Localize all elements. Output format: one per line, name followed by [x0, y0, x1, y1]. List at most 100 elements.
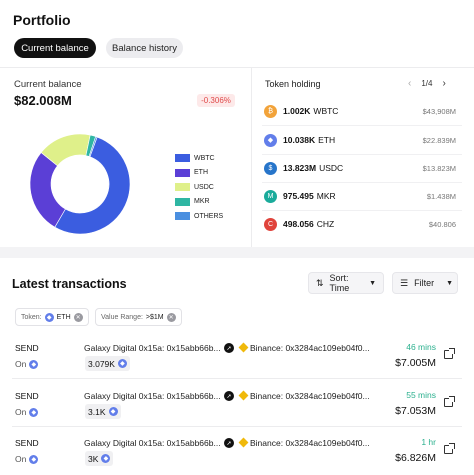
token-amount: 13.823M — [283, 163, 317, 173]
donut-slice-eth[interactable] — [29, 152, 66, 228]
tab-current-balance[interactable]: Current balance — [14, 38, 96, 58]
legend-item-others: OTHERS — [175, 209, 223, 224]
token-amount: 975.495 — [283, 191, 314, 201]
transactions-card: Latest transactions ⇅ Sort: Time ▼ ☰ Fil… — [0, 258, 474, 475]
tx-to-address[interactable]: Binance: 0x3284ac109eb04f0... — [250, 438, 370, 448]
token-usd-value: $13.823M — [422, 163, 456, 173]
portfolio-card: Portfolio Current balance Balance histor… — [0, 0, 474, 247]
eth-icon: ◆ — [29, 454, 39, 464]
tx-type: SEND — [15, 391, 39, 401]
legend-swatch — [175, 168, 190, 177]
tx-from-address[interactable]: Galaxy Digital 0x15a: 0x15abb66b... — [84, 343, 221, 353]
table-row[interactable]: SEND On ◆ Galaxy Digital 0x15a: 0x15abb66… — [0, 437, 474, 475]
chz-icon: C — [264, 217, 277, 231]
eth-icon: ◆ — [101, 454, 111, 463]
binance-icon — [238, 390, 249, 401]
close-icon[interactable]: ✕ — [73, 312, 83, 322]
legend-swatch — [175, 197, 190, 206]
tx-amount: 3.079K ◆ — [85, 356, 130, 371]
eth-icon: ◆ — [117, 359, 127, 368]
legend-item-eth: ETH — [175, 166, 223, 181]
caret-down-icon: ▼ — [369, 279, 376, 287]
filter-label: Filter — [414, 278, 435, 288]
token-symbol: CHZ — [316, 219, 335, 229]
token-pager: ‹ 1/4 › — [408, 78, 446, 89]
tx-from-address[interactable]: Galaxy Digital 0x15a: 0x15abb66b... — [84, 391, 221, 401]
legend-label: MKR — [194, 198, 210, 206]
chevron-right-icon[interactable]: › — [442, 78, 445, 89]
arrow-right-icon: ➚ — [224, 343, 234, 353]
tx-on-label: On — [15, 407, 27, 417]
token-amount: 498.056 — [283, 219, 314, 229]
sort-button[interactable]: ⇅ Sort: Time ▼ — [308, 272, 384, 294]
token-usd-value: $43,908M — [422, 106, 456, 116]
eth-icon: ◆ — [29, 359, 39, 369]
table-row[interactable]: SEND On ◆ Galaxy Digital 0x15a: 0x15abb66… — [0, 342, 474, 389]
table-row[interactable]: SEND On ◆ Galaxy Digital 0x15a: 0x15abb66… — [0, 390, 474, 437]
tx-time: 1 hr — [421, 437, 436, 447]
tx-time: 46 mins — [406, 342, 436, 352]
legend-swatch — [175, 212, 190, 221]
section-title: Latest transactions — [12, 277, 127, 291]
chip-value: >$1M — [145, 313, 164, 321]
token-row-usdc[interactable]: $ 13.823M USDC $13.823M — [264, 154, 456, 182]
external-link-icon[interactable] — [444, 348, 455, 359]
tx-amount-value: 3K — [88, 453, 99, 464]
token-amount: 1.002K — [283, 106, 311, 116]
token-row-eth[interactable]: ◆ 10.038K ETH $22.839M — [264, 126, 456, 154]
external-link-icon[interactable] — [444, 443, 455, 454]
binance-icon — [238, 342, 249, 353]
tx-on-label: On — [15, 359, 27, 369]
balance-change-badge: -0.306% — [197, 94, 235, 107]
token-symbol: MKR — [316, 191, 336, 201]
tx-to-address[interactable]: Binance: 0x3284ac109eb04f0... — [250, 391, 370, 401]
token-row-chz[interactable]: C 498.056 CHZ $40.806 — [264, 210, 456, 238]
tx-from-address[interactable]: Galaxy Digital 0x15a: 0x15abb66b... — [84, 438, 221, 448]
sort-icon: ⇅ — [316, 277, 324, 288]
legend-label: WBTC — [194, 154, 215, 162]
tx-chain: On ◆ — [15, 359, 39, 369]
chart-legend: WBTC ETH USDC MKR OTHERS — [175, 151, 223, 224]
close-icon[interactable]: ✕ — [166, 312, 176, 322]
tx-chain: On ◆ — [15, 407, 39, 417]
token-usd-value: $1.438M — [426, 191, 456, 201]
chevron-left-icon[interactable]: ‹ — [408, 78, 411, 89]
legend-item-wbtc: WBTC — [175, 151, 223, 166]
divider-vertical — [251, 67, 252, 247]
legend-swatch — [175, 183, 190, 192]
legend-label: OTHERS — [194, 212, 224, 220]
token-symbol: WBTC — [313, 106, 339, 116]
tx-on-label: On — [15, 454, 27, 464]
tx-amount-value: 3.079K — [88, 358, 115, 369]
token-holding-label: Token holding — [265, 79, 321, 89]
filter-chip-value-range[interactable]: Value Range: >$1M ✕ — [95, 308, 182, 326]
eth-icon: ◆ — [264, 133, 277, 147]
current-balance-label: Current balance — [14, 79, 82, 90]
token-row-mkr[interactable]: M 975.495 MKR $1.438M — [264, 182, 456, 210]
sort-label: Sort: Time — [329, 273, 350, 293]
eth-icon: ◆ — [108, 407, 118, 416]
tx-to-address[interactable]: Binance: 0x3284ac109eb04f0... — [250, 343, 370, 353]
current-balance-value: $82.008M — [14, 93, 72, 108]
filter-button[interactable]: ☰ Filter ▼ — [392, 272, 458, 294]
token-row-wbtc[interactable]: ₿ 1.002K WBTC $43,908M — [264, 97, 456, 125]
filter-icon: ☰ — [400, 277, 409, 288]
row-divider — [12, 426, 462, 427]
chip-key: Value Range: — [101, 313, 143, 321]
binance-icon — [238, 437, 249, 448]
token-symbol: USDC — [319, 163, 344, 173]
chip-key: Token: — [21, 313, 42, 321]
page-indicator: 1/4 — [421, 79, 433, 88]
divider — [0, 67, 474, 68]
eth-icon: ◆ — [29, 407, 39, 417]
chip-value: ETH — [56, 313, 71, 321]
arrow-right-icon: ➚ — [224, 391, 234, 401]
filter-chip-token[interactable]: Token: ◆ ETH ✕ — [15, 308, 89, 326]
allocation-donut-chart — [29, 133, 131, 235]
tx-chain: On ◆ — [15, 454, 39, 464]
legend-label: ETH — [194, 169, 208, 177]
external-link-icon[interactable] — [444, 396, 455, 407]
row-divider — [12, 378, 462, 379]
tab-balance-history[interactable]: Balance history — [106, 38, 183, 58]
legend-label: USDC — [194, 183, 214, 191]
